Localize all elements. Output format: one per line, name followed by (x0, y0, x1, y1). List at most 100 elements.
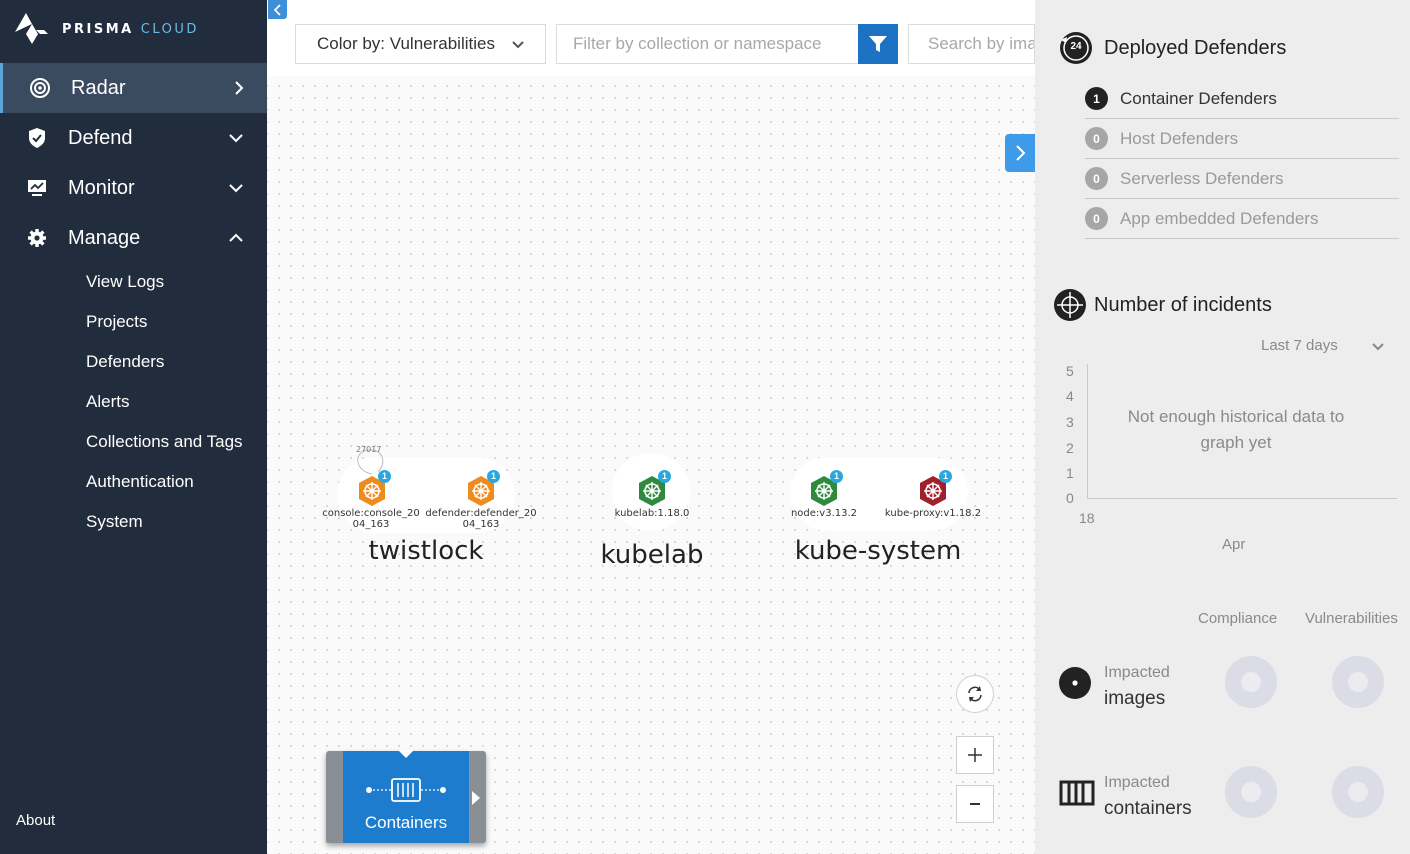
image-dot-icon (1059, 667, 1091, 699)
sidebar-item-alerts[interactable]: Alerts (86, 392, 129, 412)
containers-view-card[interactable]: Containers (326, 750, 486, 843)
shield-icon (26, 127, 48, 149)
nav-label-radar: Radar (71, 76, 126, 99)
expand-panel-button[interactable] (1005, 134, 1035, 172)
defender-label: Host Defenders (1120, 128, 1239, 148)
prisma-cloud-logo[interactable]: PRISMA CLOUD (12, 10, 199, 48)
namespace-label-twistlock[interactable]: twistlock (337, 536, 515, 566)
node-label-kube-proxy: kube-proxy:v1.18.2 (884, 508, 982, 519)
radar-canvas[interactable] (267, 0, 1035, 854)
y-tick: 4 (1066, 388, 1074, 404)
search-placeholder: Search by image (928, 34, 1034, 53)
nav-item-defend[interactable]: Defend (0, 113, 267, 163)
vulnerability-badge: 1 (378, 470, 391, 483)
namespace-label-kubelab[interactable]: kubelab (592, 540, 712, 570)
collapse-sidebar-button[interactable] (268, 0, 287, 19)
defenders-badge: 24 (1070, 41, 1082, 52)
containers-view-label: Containers (364, 813, 448, 832)
chart-y-axis (1087, 364, 1088, 498)
search-by-image-input[interactable]: Search by image (908, 24, 1035, 64)
prisma-logo-icon (15, 13, 48, 44)
chevron-down-icon (229, 134, 243, 143)
defender-label: Container Defenders (1120, 88, 1277, 108)
impacted-images-vulnerabilities-ring[interactable] (1332, 656, 1384, 708)
zoom-out-button[interactable] (956, 785, 994, 823)
monitor-icon (26, 177, 48, 199)
node-label-defender: defender:defender_20 04_163 (425, 508, 537, 530)
impacted-containers-label: Impacted containers (1104, 774, 1192, 819)
deployed-defenders-title: Deployed Defenders (1104, 37, 1287, 59)
chart-empty-message: Not enough historical data to graph yet (1127, 407, 1345, 452)
impacted-images-compliance-ring[interactable] (1225, 656, 1277, 708)
filter-funnel-icon (869, 36, 887, 52)
sidebar: PRISMA CLOUD Radar Defend Monitor Manage… (0, 0, 267, 854)
time-range-select[interactable]: Last 7 days (1261, 337, 1338, 354)
node-label-console: console:console_20 04_163 (322, 508, 420, 530)
defender-row-serverless[interactable]: 0 Serverless Defenders (1085, 159, 1399, 199)
impacted-containers-compliance-ring[interactable] (1225, 766, 1277, 818)
nav-item-manage[interactable]: Manage (0, 213, 267, 263)
color-by-value: Color by: Vulnerabilities (317, 34, 495, 53)
defender-label: Serverless Defenders (1120, 168, 1284, 188)
impacted-images-label: Impacted images (1104, 664, 1170, 709)
defender-row-host[interactable]: 0 Host Defenders (1085, 119, 1399, 159)
defender-count: 1 (1085, 87, 1108, 110)
vulnerability-badge: 1 (939, 470, 952, 483)
caret-right-icon (472, 791, 480, 805)
sidebar-item-authentication[interactable]: Authentication (86, 472, 194, 492)
y-tick: 2 (1066, 440, 1074, 456)
minus-icon (970, 803, 980, 805)
node-label-node: node:v3.13.2 (790, 508, 858, 519)
radar-icon (29, 77, 51, 99)
crosshair-icon (1054, 289, 1086, 321)
container-icon (366, 778, 446, 802)
defender-label: App embedded Defenders (1120, 208, 1319, 228)
y-tick: 1 (1066, 465, 1074, 481)
caret-down-icon (398, 750, 414, 758)
chevron-right-icon (1016, 145, 1026, 161)
column-header-vulnerabilities: Vulnerabilities (1305, 610, 1398, 627)
zoom-in-button[interactable] (956, 736, 994, 774)
filter-collection-input[interactable] (556, 24, 859, 64)
nav-label-defend: Defend (68, 126, 133, 149)
y-tick: 5 (1066, 363, 1074, 379)
namespace-label-kube-system[interactable]: kube-system (788, 536, 968, 566)
defender-row-app-embedded[interactable]: 0 App embedded Defenders (1085, 199, 1399, 239)
defender-count: 0 (1085, 167, 1108, 190)
chevron-right-icon (235, 81, 244, 95)
defender-count: 0 (1085, 127, 1108, 150)
chevron-left-icon (273, 3, 281, 16)
about-link[interactable]: About (16, 812, 55, 829)
refresh-icon (968, 686, 982, 702)
chevron-up-icon (229, 233, 243, 242)
refresh-button[interactable] (956, 675, 994, 713)
x-tick-day: 18 (1079, 510, 1095, 526)
plus-icon (968, 748, 982, 762)
vulnerability-badge: 1 (487, 470, 500, 483)
sidebar-item-system[interactable]: System (86, 512, 143, 532)
column-header-compliance: Compliance (1198, 610, 1278, 627)
chevron-down-icon[interactable] (1371, 341, 1385, 353)
y-tick: 0 (1066, 490, 1074, 506)
nav-item-monitor[interactable]: Monitor (0, 163, 267, 213)
chart-x-axis (1087, 498, 1397, 499)
node-label-kubelab: kubelab:1.18.0 (614, 508, 690, 519)
sidebar-item-collections-and-tags[interactable]: Collections and Tags (86, 432, 243, 452)
gear-icon (26, 227, 48, 249)
vulnerability-badge: 1 (830, 470, 843, 483)
sidebar-item-defenders[interactable]: Defenders (86, 352, 164, 372)
filter-button[interactable] (858, 24, 898, 64)
brand-name-bold: PRISMA (62, 21, 134, 37)
nav-item-radar[interactable]: Radar (0, 63, 267, 113)
defender-count: 0 (1085, 207, 1108, 230)
sidebar-item-view-logs[interactable]: View Logs (86, 272, 164, 292)
defender-row-container[interactable]: 1 Container Defenders (1085, 79, 1399, 119)
sidebar-item-projects[interactable]: Projects (86, 312, 147, 332)
impacted-containers-vulnerabilities-ring[interactable] (1332, 766, 1384, 818)
vulnerability-badge: 1 (658, 470, 671, 483)
color-by-select[interactable]: Color by: Vulnerabilities (295, 24, 546, 64)
chevron-down-icon (229, 184, 243, 193)
incidents-title: Number of incidents (1094, 294, 1272, 316)
brand-name-light: CLOUD (140, 21, 199, 37)
port-label: 27017 (356, 445, 382, 454)
